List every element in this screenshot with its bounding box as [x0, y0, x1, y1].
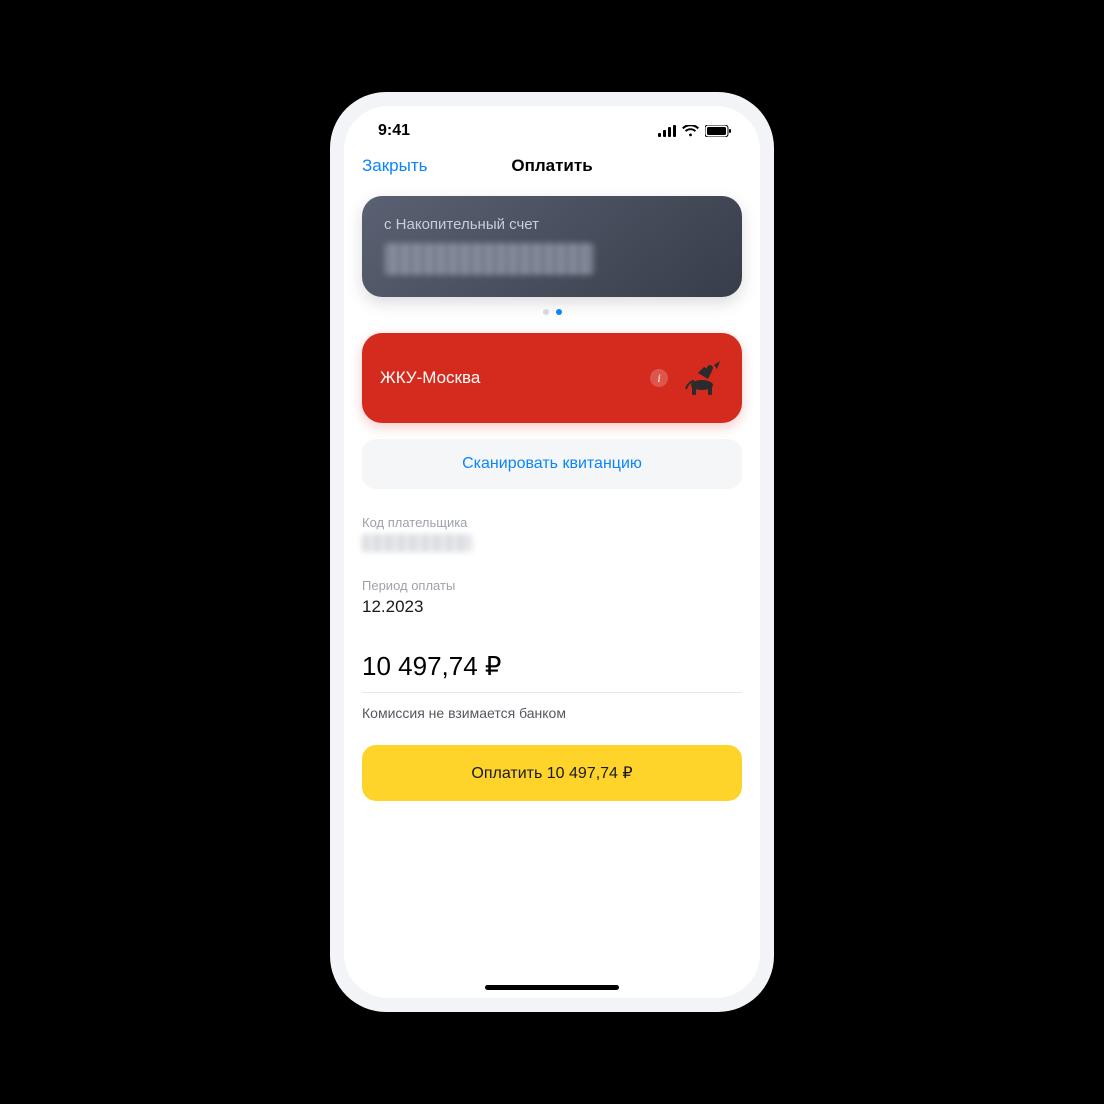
payer-code-value-redacted	[362, 534, 472, 552]
close-button[interactable]: Закрыть	[362, 156, 427, 176]
payer-code-field[interactable]: Код плательщика	[362, 515, 742, 552]
period-field[interactable]: Период оплаты 12.2023	[362, 578, 742, 617]
period-value: 12.2023	[362, 597, 742, 617]
info-icon[interactable]: i	[650, 369, 668, 387]
amount-value: 10 497,74 ₽	[362, 651, 742, 682]
period-label: Период оплаты	[362, 578, 742, 593]
commission-note: Комиссия не взимается банком	[362, 705, 742, 721]
nav-bar: Закрыть Оплатить	[344, 146, 760, 188]
status-time: 9:41	[378, 122, 410, 140]
status-icons	[658, 125, 732, 137]
wifi-icon	[682, 125, 699, 137]
signal-icon	[658, 125, 676, 137]
payer-code-label: Код плательщика	[362, 515, 742, 530]
card-pager	[362, 309, 742, 315]
source-account-label: с Накопительный счет	[384, 216, 720, 233]
phone-frame: 9:41 Закрыть Оплатить с Накопительный сч…	[330, 92, 774, 1012]
source-account-card[interactable]: с Накопительный счет	[362, 196, 742, 297]
payee-name: ЖКУ-Москва	[380, 368, 640, 388]
status-bar: 9:41	[344, 106, 760, 146]
source-account-balance-redacted	[384, 243, 594, 275]
phone-screen: 9:41 Закрыть Оплатить с Накопительный сч…	[344, 106, 760, 998]
scan-receipt-button[interactable]: Сканировать квитанцию	[362, 439, 742, 489]
pager-dot[interactable]	[543, 309, 549, 315]
amount-field[interactable]: 10 497,74 ₽	[362, 651, 742, 693]
battery-icon	[705, 125, 732, 137]
page-title: Оплатить	[511, 156, 592, 176]
payee-card[interactable]: ЖКУ-Москва i	[362, 333, 742, 423]
pager-dot-active[interactable]	[556, 309, 562, 315]
home-indicator[interactable]	[485, 985, 619, 990]
pay-button[interactable]: Оплатить 10 497,74 ₽	[362, 745, 742, 801]
content-area: с Накопительный счет ЖКУ-Москва i Сканир…	[344, 188, 760, 998]
payee-logo-icon	[678, 355, 724, 401]
